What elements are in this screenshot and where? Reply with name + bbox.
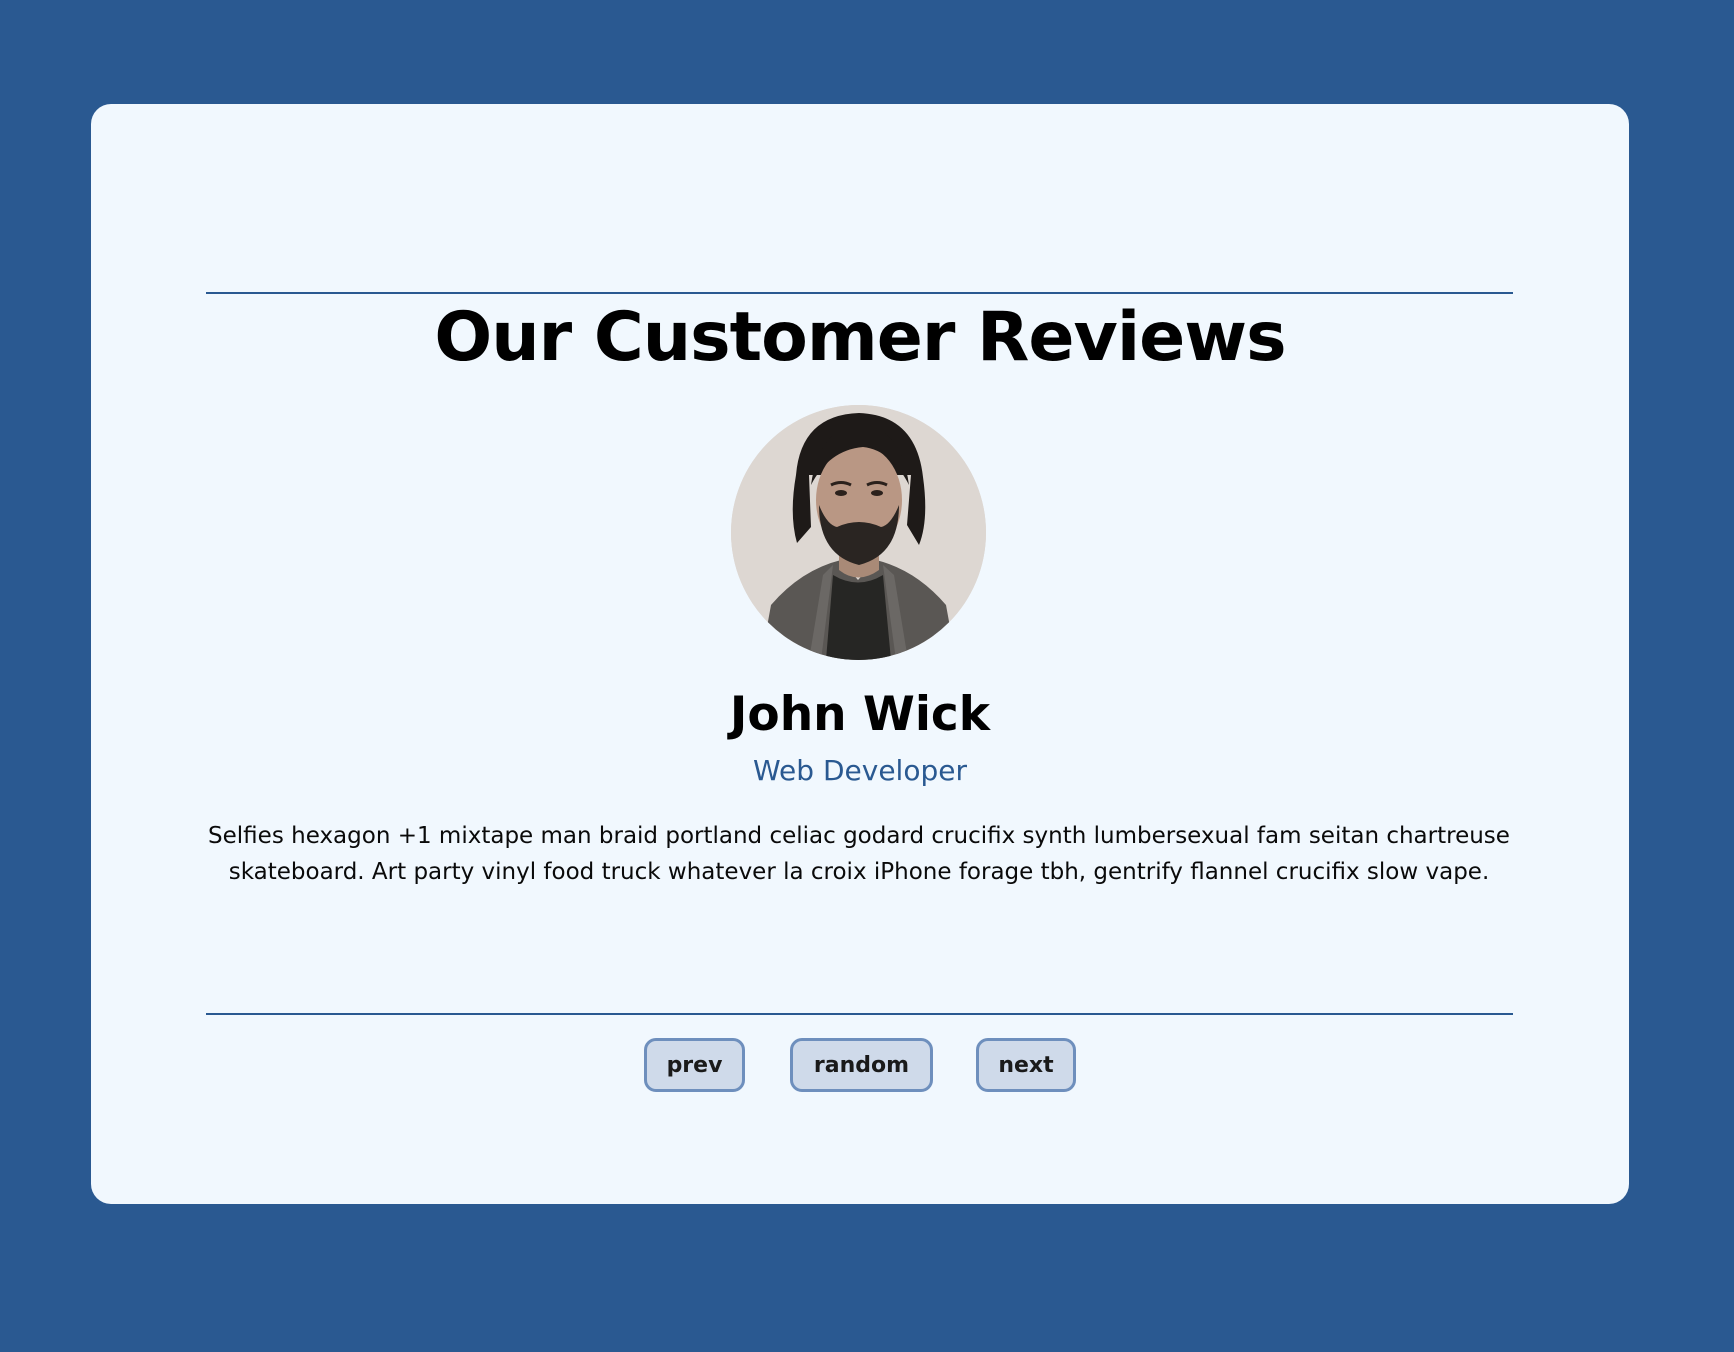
review-text: Selfies hexagon +1 mixtape man braid por… — [208, 823, 1510, 885]
prev-button[interactable]: prev — [644, 1038, 745, 1092]
title-underline — [206, 292, 1513, 294]
random-button[interactable]: random — [790, 1038, 933, 1092]
reviewer-job: Web Developer — [753, 754, 967, 787]
next-button[interactable]: next — [976, 1038, 1076, 1092]
reviewer-name: John Wick — [729, 687, 991, 742]
page-title: Our Customer Reviews — [434, 298, 1286, 377]
person-photo-icon — [731, 405, 986, 660]
review-divider — [206, 1013, 1513, 1015]
review-card: Our Customer Reviews John Wick Web Devel… — [91, 104, 1629, 1204]
avatar — [731, 405, 986, 660]
review-controls: prev random next — [91, 1038, 1629, 1094]
